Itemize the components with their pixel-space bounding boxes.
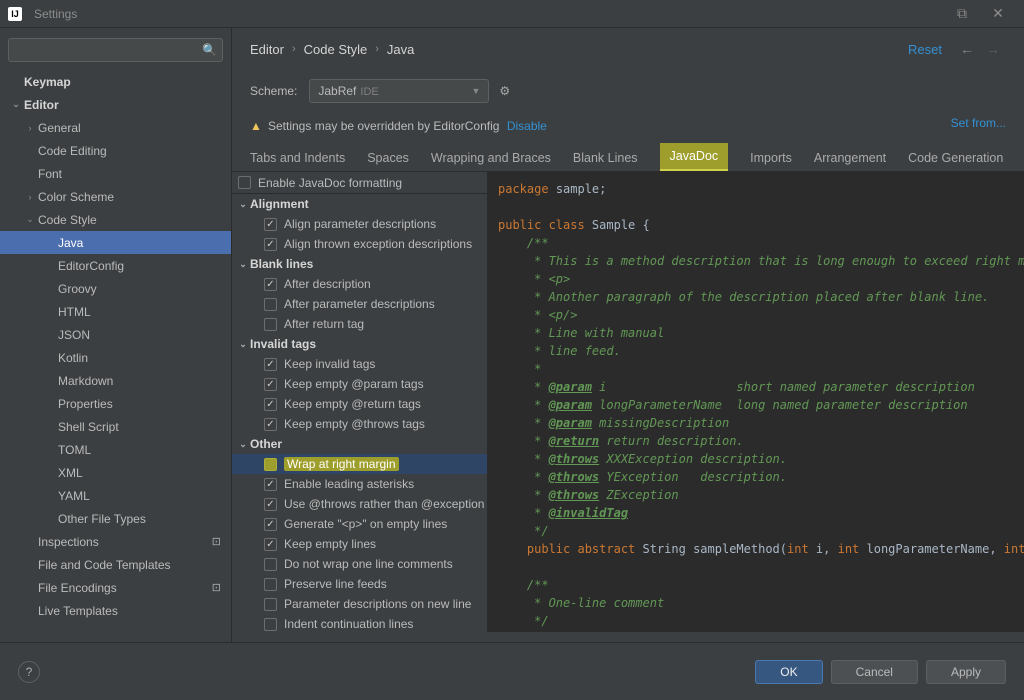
- option-keep-invalid-tags[interactable]: Keep invalid tags: [232, 354, 487, 374]
- option-enable-leading-asterisks[interactable]: Enable leading asterisks: [232, 474, 487, 494]
- option-align-thrown-exception-descriptions[interactable]: Align thrown exception descriptions: [232, 234, 487, 254]
- tab-wrapping-and-braces[interactable]: Wrapping and Braces: [431, 151, 551, 171]
- sidebar-item-file-and-code-templates[interactable]: File and Code Templates: [0, 553, 231, 576]
- ok-button[interactable]: OK: [755, 660, 822, 684]
- sidebar-item-java[interactable]: Java: [0, 231, 231, 254]
- back-arrow-icon[interactable]: ←: [960, 41, 974, 57]
- gear-icon: ⊡: [212, 535, 221, 548]
- option-after-parameter-descriptions[interactable]: After parameter descriptions: [232, 294, 487, 314]
- option-after-description[interactable]: After description: [232, 274, 487, 294]
- tab-blank-lines[interactable]: Blank Lines: [573, 151, 638, 171]
- gear-icon[interactable]: ⚙: [499, 84, 510, 98]
- tab-arrangement[interactable]: Arrangement: [814, 151, 886, 171]
- scheme-label: Scheme:: [250, 84, 297, 98]
- sidebar-item-markdown[interactable]: Markdown: [0, 369, 231, 392]
- close-icon[interactable]: ✕: [980, 0, 1016, 28]
- reset-link[interactable]: Reset: [908, 42, 942, 57]
- option-keep-empty-throws-tags[interactable]: Keep empty @throws tags: [232, 414, 487, 434]
- cancel-button[interactable]: Cancel: [831, 660, 918, 684]
- sidebar-item-live-templates[interactable]: Live Templates: [0, 599, 231, 622]
- tab-imports[interactable]: Imports: [750, 151, 792, 171]
- group-alignment[interactable]: ⌄Alignment: [232, 194, 487, 214]
- sidebar-item-code-style[interactable]: ⌄Code Style: [0, 208, 231, 231]
- option-wrap-at-right-margin[interactable]: Wrap at right margin: [232, 454, 487, 474]
- sidebar-item-inspections[interactable]: Inspections⊡: [0, 530, 231, 553]
- group-blank-lines[interactable]: ⌄Blank lines: [232, 254, 487, 274]
- scheme-select[interactable]: JabRefIDE ▼: [309, 79, 489, 103]
- help-button[interactable]: ?: [18, 661, 40, 683]
- option-after-return-tag[interactable]: After return tag: [232, 314, 487, 334]
- sidebar-item-color-scheme[interactable]: ›Color Scheme: [0, 185, 231, 208]
- sidebar-item-other-file-types[interactable]: Other File Types: [0, 507, 231, 530]
- tab-spaces[interactable]: Spaces: [367, 151, 409, 171]
- sidebar-item-groovy[interactable]: Groovy: [0, 277, 231, 300]
- option-align-parameter-descriptions[interactable]: Align parameter descriptions: [232, 214, 487, 234]
- sidebar-item-properties[interactable]: Properties: [0, 392, 231, 415]
- group-invalid-tags[interactable]: ⌄Invalid tags: [232, 334, 487, 354]
- option-use-throws-rather-than-exception[interactable]: Use @throws rather than @exception: [232, 494, 487, 514]
- group-other[interactable]: ⌄Other: [232, 434, 487, 454]
- option-parameter-descriptions-on-new-line[interactable]: Parameter descriptions on new line: [232, 594, 487, 614]
- sidebar-item-code-editing[interactable]: Code Editing: [0, 139, 231, 162]
- sidebar-item-yaml[interactable]: YAML: [0, 484, 231, 507]
- disable-link[interactable]: Disable: [507, 119, 547, 133]
- sidebar-item-shell-script[interactable]: Shell Script: [0, 415, 231, 438]
- window-title: Settings: [34, 7, 77, 21]
- gear-icon: ⊡: [212, 581, 221, 594]
- option-keep-empty-return-tags[interactable]: Keep empty @return tags: [232, 394, 487, 414]
- sidebar-item-general[interactable]: ›General: [0, 116, 231, 139]
- settings-tree: Keymap⌄Editor›GeneralCode EditingFont›Co…: [0, 70, 231, 628]
- editorconfig-warning: ▲ Settings may be overridden by EditorCo…: [232, 112, 1024, 140]
- option-indent-continuation-lines[interactable]: Indent continuation lines: [232, 614, 487, 632]
- sidebar-item-editor[interactable]: ⌄Editor: [0, 93, 231, 116]
- tab-javadoc[interactable]: JavaDoc: [660, 143, 729, 171]
- sidebar-item-keymap[interactable]: Keymap: [0, 70, 231, 93]
- code-preview: package sample; public class Sample { /*…: [488, 172, 1024, 632]
- apply-button[interactable]: Apply: [926, 660, 1006, 684]
- sidebar-item-toml[interactable]: TOML: [0, 438, 231, 461]
- options-panel: Enable JavaDoc formatting ⌄AlignmentAlig…: [232, 172, 488, 632]
- option-preserve-line-feeds[interactable]: Preserve line feeds: [232, 574, 487, 594]
- sidebar-item-html[interactable]: HTML: [0, 300, 231, 323]
- option-keep-empty-param-tags[interactable]: Keep empty @param tags: [232, 374, 487, 394]
- search-icon: 🔍: [202, 43, 217, 57]
- search-input[interactable]: [8, 38, 223, 62]
- option-do-not-wrap-one-line-comments[interactable]: Do not wrap one line comments: [232, 554, 487, 574]
- enable-javadoc-formatting[interactable]: Enable JavaDoc formatting: [232, 172, 487, 194]
- sidebar-item-xml[interactable]: XML: [0, 461, 231, 484]
- chevron-down-icon: ▼: [471, 86, 480, 96]
- app-icon: IJ: [8, 7, 22, 21]
- tab-tabs-and-indents[interactable]: Tabs and Indents: [250, 151, 345, 171]
- breadcrumb: Editor› Code Style› Java: [250, 42, 414, 57]
- forward-arrow-icon: →: [986, 41, 1000, 57]
- warning-icon: ▲: [250, 119, 262, 133]
- sidebar-item-file-encodings[interactable]: File Encodings⊡: [0, 576, 231, 599]
- sidebar-item-json[interactable]: JSON: [0, 323, 231, 346]
- tabs-row: Tabs and Indents Spaces Wrapping and Brace…: [232, 140, 1024, 172]
- sidebar-item-font[interactable]: Font: [0, 162, 231, 185]
- sidebar-item-kotlin[interactable]: Kotlin: [0, 346, 231, 369]
- tab-code-generation[interactable]: Code Generation: [908, 151, 1003, 171]
- option-generate-p-on-empty-lines[interactable]: Generate "<p>" on empty lines: [232, 514, 487, 534]
- option-keep-empty-lines[interactable]: Keep empty lines: [232, 534, 487, 554]
- expand-icon[interactable]: ⧉: [944, 0, 980, 28]
- sidebar-item-editorconfig[interactable]: EditorConfig: [0, 254, 231, 277]
